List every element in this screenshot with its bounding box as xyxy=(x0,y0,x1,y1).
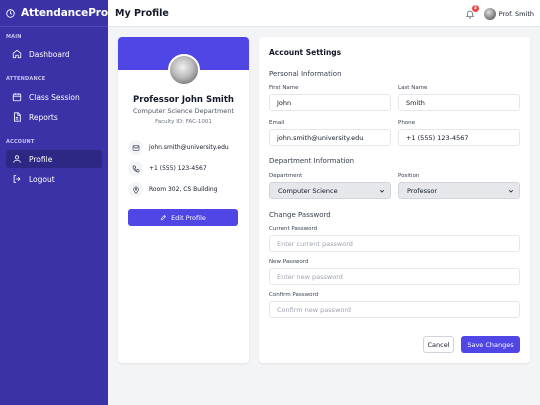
sidebar-item-logout[interactable]: Logout xyxy=(6,170,102,188)
profile-department: Computer Science Department xyxy=(133,107,234,115)
last-name-label: Last Name xyxy=(398,85,428,91)
avatar[interactable] xyxy=(483,7,496,20)
change-password-title: Change Password xyxy=(269,211,331,219)
clock-icon xyxy=(6,7,15,20)
contact-phone: +1 (555) 123-4567 xyxy=(128,161,207,176)
contact-email: john.smith@university.edu xyxy=(128,140,229,155)
email-label: Email xyxy=(269,120,285,126)
current-password-label: Current Password xyxy=(269,226,318,232)
profile-card: Professor John Smith Computer Science De… xyxy=(118,37,249,363)
profile-avatar xyxy=(168,54,200,86)
brand[interactable]: AttendancePro xyxy=(0,0,108,27)
sidebar-item-label: Reports xyxy=(29,112,58,122)
mail-icon xyxy=(128,140,143,155)
user-name[interactable]: Prof. Smith xyxy=(499,10,534,18)
chevron-down-icon xyxy=(508,189,514,193)
sidebar-item-label: Logout xyxy=(29,174,55,184)
phone-field[interactable]: +1 (555) 123-4567 xyxy=(398,129,520,146)
phone-icon xyxy=(128,161,143,176)
new-password-label: New Password xyxy=(269,259,309,265)
confirm-password-label: Confirm Password xyxy=(269,292,319,298)
last-name-field[interactable]: Smith xyxy=(398,94,520,111)
new-password-field[interactable]: Enter new password xyxy=(269,268,520,285)
personal-info-title: Personal Information xyxy=(269,70,342,78)
brand-name: AttendancePro xyxy=(21,7,108,19)
contact-email-text: john.smith@university.edu xyxy=(149,144,229,151)
notification-bell[interactable]: 3 xyxy=(465,4,479,19)
cancel-button[interactable]: Cancel xyxy=(423,336,454,353)
department-label: Department xyxy=(269,173,303,179)
contact-office: Room 302, CS Building xyxy=(128,182,218,197)
sidebar-item-label: Class Session xyxy=(29,92,80,102)
chevron-down-icon xyxy=(379,189,385,193)
edit-icon xyxy=(160,215,167,221)
sidebar-item-reports[interactable]: Reports xyxy=(6,108,102,126)
edit-profile-button[interactable]: Edit Profile xyxy=(128,209,238,226)
location-pin-icon xyxy=(128,182,143,197)
confirm-password-field[interactable]: Confirm new password xyxy=(269,301,520,318)
position-select-value: Professor xyxy=(407,186,438,195)
department-info-title: Department Information xyxy=(269,157,355,165)
notification-badge: 3 xyxy=(471,4,479,12)
position-select[interactable]: Professor xyxy=(398,182,520,199)
page-title: My Profile xyxy=(115,7,169,19)
home-icon xyxy=(12,49,22,59)
profile-faculty-id: Faculty ID: FAC-1001 xyxy=(155,119,212,125)
email-field[interactable]: john.smith@university.edu xyxy=(269,129,391,146)
sidebar-item-dashboard[interactable]: Dashboard xyxy=(6,45,102,63)
logout-icon xyxy=(12,174,22,184)
settings-title: Account Settings xyxy=(269,48,342,57)
save-changes-button[interactable]: Save Changes xyxy=(461,336,520,353)
account-settings-card: Account Settings Personal Information Fi… xyxy=(259,37,530,363)
first-name-label: First Name xyxy=(269,85,299,91)
sidebar-item-label: Profile xyxy=(29,154,53,164)
user-icon xyxy=(12,154,22,164)
sidebar-item-class-session[interactable]: Class Session xyxy=(6,88,102,106)
section-label-main: MAIN xyxy=(6,34,22,40)
edit-profile-label: Edit Profile xyxy=(171,213,206,222)
calendar-icon xyxy=(12,92,22,102)
phone-label: Phone xyxy=(398,120,416,126)
sidebar-item-label: Dashboard xyxy=(29,49,70,59)
document-icon xyxy=(12,112,22,122)
section-label-attendance: ATTENDANCE xyxy=(6,76,46,82)
first-name-field[interactable]: John xyxy=(269,94,391,111)
department-select[interactable]: Computer Science xyxy=(269,182,391,199)
topbar: My Profile 3 Prof. Smith xyxy=(108,0,540,27)
profile-name: Professor John Smith xyxy=(133,95,234,105)
position-label: Position xyxy=(398,173,420,179)
section-label-account: ACCOUNT xyxy=(6,139,35,145)
sidebar-item-profile[interactable]: Profile xyxy=(6,150,102,168)
contact-phone-text: +1 (555) 123-4567 xyxy=(149,165,207,172)
contact-office-text: Room 302, CS Building xyxy=(149,186,218,193)
current-password-field[interactable]: Enter current password xyxy=(269,235,520,252)
department-select-value: Computer Science xyxy=(278,186,338,195)
sidebar: AttendancePro MAIN Dashboard ATTENDANCE … xyxy=(0,0,108,405)
